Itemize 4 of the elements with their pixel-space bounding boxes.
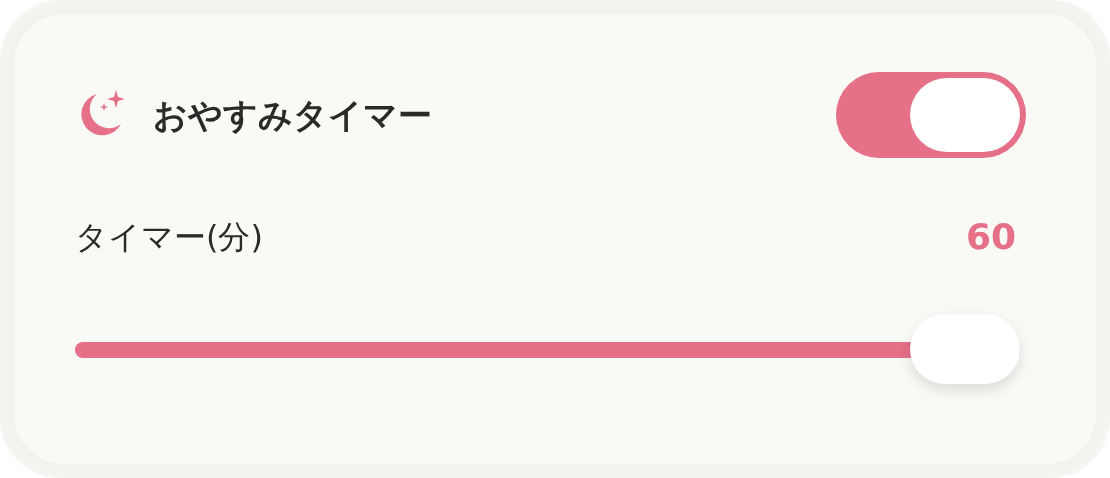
title: おやすみタイマー — [153, 93, 432, 137]
slider-thumb[interactable] — [910, 314, 1020, 384]
timer-value: 60 — [965, 215, 1016, 259]
timer-label: タイマー(分) — [75, 217, 263, 258]
